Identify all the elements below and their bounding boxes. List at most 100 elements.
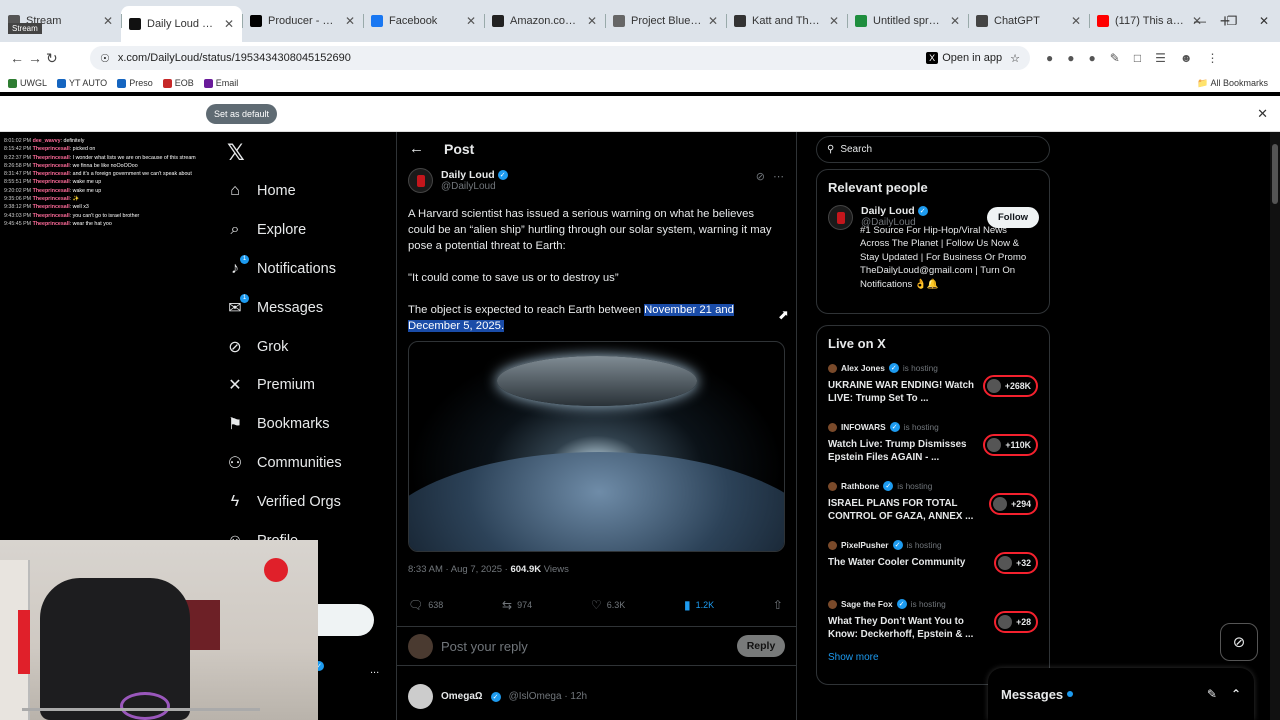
author-avatar[interactable] [408, 168, 433, 193]
host-name[interactable]: INFOWARS [841, 422, 886, 432]
chat-username: Theeprincesall [32, 179, 70, 186]
share-action[interactable]: ⇧ [773, 598, 783, 612]
mouse-cursor-icon: ⬈ [778, 307, 789, 322]
tab-close-icon[interactable]: ✕ [829, 14, 839, 28]
star-icon[interactable]: ☆ [1010, 52, 1020, 65]
listener-count[interactable]: +32 [994, 552, 1038, 574]
nav-label: Grok [257, 338, 289, 355]
url-text: x.com/DailyLoud/status/19534343080451526… [117, 52, 351, 64]
browser-tab[interactable]: ChatGPT ✕ [968, 6, 1089, 36]
author-handle[interactable]: @DailyLoud [441, 181, 508, 192]
tab-close-icon[interactable]: ✕ [950, 14, 960, 28]
extension-icon[interactable]: ● [1046, 51, 1053, 65]
more-icon[interactable]: ⋯ [773, 170, 784, 183]
person-name[interactable]: Daily Loud [861, 205, 915, 217]
host-name[interactable]: Alex Jones [841, 363, 885, 373]
close-window-icon[interactable]: ✕ [1248, 0, 1280, 42]
repost-action[interactable]: ⇆ 974 [502, 598, 532, 612]
nav-home[interactable]: ⌂ Home [226, 172, 342, 211]
live-item[interactable]: PixelPusher ✓ is hosting The Water Cooler C… [828, 528, 1038, 587]
host-name[interactable]: Sage the Fox [841, 599, 893, 609]
author-name[interactable]: Daily Loud [441, 169, 495, 181]
live-item[interactable]: Sage the Fox ✓ is hosting What They Don’t W… [828, 587, 1038, 646]
tab-close-icon[interactable]: ✕ [345, 14, 355, 28]
live-host: Rathbone ✓ is hosting [828, 481, 1038, 491]
like-action[interactable]: ♡ 6.3K [591, 598, 625, 612]
search-box[interactable]: ⚲ [816, 136, 1050, 163]
verified-icon: ✓ [892, 540, 903, 550]
post-image[interactable] [408, 341, 785, 552]
sidebar-icon[interactable]: □ [1134, 51, 1141, 65]
profile-icon[interactable]: ☻ [1180, 51, 1193, 65]
nav-label: Communities [257, 454, 342, 471]
search-input[interactable] [840, 144, 1021, 155]
host-name[interactable]: Rathbone [841, 481, 879, 491]
browser-tab[interactable]: Amazon.com: Global ✕ [484, 6, 605, 36]
nav-label: Bookmarks [257, 416, 330, 433]
browser-tab[interactable]: Katt and The Occult ✕ [726, 6, 847, 36]
nav-explore[interactable]: ⌕ Explore [226, 211, 342, 250]
live-item[interactable]: Rathbone ✓ is hosting ISRAEL PLANS FOR TOTA… [828, 469, 1038, 528]
reply-action[interactable]: 🗨 638 [408, 598, 443, 612]
open-in-app-button[interactable]: X Open in app [926, 52, 1002, 64]
page-scrollbar[interactable] [1270, 132, 1280, 720]
reply-item[interactable]: OmegaΩ ✓ @IslOmega · 12h [408, 684, 587, 709]
person-bio: #1 Source For Hip-Hop/Viral News Across … [860, 225, 1027, 290]
back-arrow-icon[interactable]: ← [409, 140, 424, 157]
puzzle-icon[interactable]: ✎ [1110, 51, 1120, 65]
media-icon[interactable]: ☰ [1155, 51, 1166, 65]
nav-messages[interactable]: ✉ 1 Messages [226, 288, 342, 327]
tab-close-icon[interactable]: ✕ [587, 14, 597, 28]
reply-button[interactable]: Reply [737, 635, 785, 657]
grok-fab-icon[interactable]: ⊘ [1220, 623, 1258, 661]
browser-tab[interactable]: Facebook ✕ [363, 6, 484, 36]
bookmark-action[interactable]: ▮ 1.2K [684, 598, 714, 612]
maximize-icon[interactable]: ❐ [1216, 0, 1248, 42]
browser-tab[interactable]: Untitled spreadshee ✕ [847, 6, 968, 36]
like-count: 6.3K [606, 600, 626, 610]
browser-tab[interactable]: Project Blue Beam th ✕ [605, 6, 726, 36]
reply-author-handle[interactable]: @IslOmega · 12h [509, 691, 588, 702]
nav-notifications[interactable]: ♪ 1 Notifications [226, 250, 342, 289]
listener-count[interactable]: +268K [982, 375, 1038, 397]
post-text-quote: "It could come to save us or to destroy … [408, 272, 619, 284]
follow-button[interactable]: Follow [987, 207, 1039, 228]
person-avatar[interactable] [828, 205, 853, 230]
compose-message-icon[interactable]: ✎ [1207, 687, 1217, 701]
extension-icon[interactable]: ● [1067, 51, 1074, 65]
live-item[interactable]: INFOWARS ✓ is hosting Watch Live: Trump Dis… [828, 410, 1038, 469]
close-infobar-icon[interactable]: ✕ [1257, 106, 1268, 122]
listener-count[interactable]: +294 [989, 493, 1038, 515]
reply-input[interactable]: Post your reply [441, 639, 528, 654]
grok-icon[interactable]: ⊘ [756, 170, 765, 183]
live-item[interactable]: Alex Jones ✓ is hosting UKRAINE WAR ENDING!… [828, 351, 1038, 410]
messages-dock[interactable]: Messages ✎ ⌃ [988, 668, 1254, 720]
chat-line: 9:43:03 PM Theeprincesall: you can't go … [4, 212, 140, 219]
post-author[interactable]: Daily Loud ✓ @DailyLoud [408, 168, 508, 193]
tab-close-icon[interactable]: ✕ [1071, 14, 1081, 28]
account-more-icon[interactable]: ... [370, 664, 379, 676]
listener-count[interactable]: +28 [994, 611, 1038, 633]
expand-dock-icon[interactable]: ⌃ [1231, 687, 1241, 701]
reply-author-name[interactable]: OmegaΩ [441, 691, 483, 702]
nav-grok[interactable]: ⊘ Grok [226, 327, 342, 366]
host-name[interactable]: PixelPusher [841, 540, 889, 550]
nav-premium[interactable]: ✕ Premium [226, 366, 342, 405]
nav-verified-orgs[interactable]: ϟ Verified Orgs [226, 482, 342, 521]
all-bookmarks-button[interactable]: 📁 All Bookmarks [1197, 78, 1268, 89]
nav-communities[interactable]: ⚇ Communities [226, 444, 342, 483]
minimize-icon[interactable]: — [1184, 0, 1216, 42]
tab-close-icon[interactable]: ✕ [466, 14, 476, 28]
kebab-menu-icon[interactable]: ⋮ [1206, 51, 1218, 65]
live-host: PixelPusher ✓ is hosting [828, 540, 1038, 550]
listener-count[interactable]: +110K [983, 434, 1038, 456]
tab-close-icon[interactable]: ✕ [708, 14, 718, 28]
chat-line: 8:22:37 PM Theeprincesall: I wonder what… [4, 154, 196, 161]
nav-bookmarks[interactable]: ⚑ Bookmarks [226, 405, 342, 444]
post-timestamp[interactable]: 8:33 AM · Aug 7, 2025 · [408, 564, 510, 575]
extension-icon[interactable]: ● [1089, 51, 1096, 65]
url-field[interactable]: ☉ x.com/DailyLoud/status/195343430804515… [90, 46, 1030, 70]
reply-avatar[interactable] [408, 684, 433, 709]
browser-tab[interactable]: Producer - X Media ✕ [242, 6, 363, 36]
scrollbar-thumb[interactable] [1272, 144, 1278, 204]
